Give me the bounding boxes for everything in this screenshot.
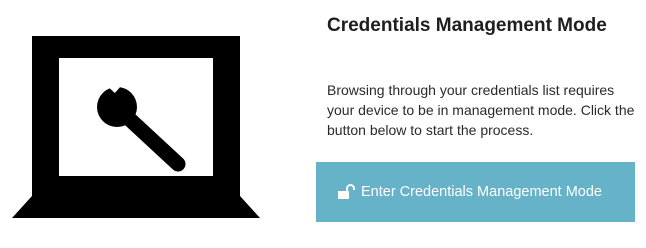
page-title: Credentials Management Mode <box>327 15 607 36</box>
enter-management-mode-button[interactable]: Enter Credentials Management Mode <box>316 162 635 222</box>
laptop-base <box>12 196 260 218</box>
enter-management-mode-label: Enter Credentials Management Mode <box>361 184 602 200</box>
description-text: Browsing through your credentials list r… <box>327 82 635 138</box>
laptop-wrench-icon <box>12 36 260 230</box>
unlock-icon <box>337 184 355 200</box>
laptop-illustration <box>12 36 260 218</box>
credentials-panel: Credentials Management Mode Browsing thr… <box>316 0 646 248</box>
